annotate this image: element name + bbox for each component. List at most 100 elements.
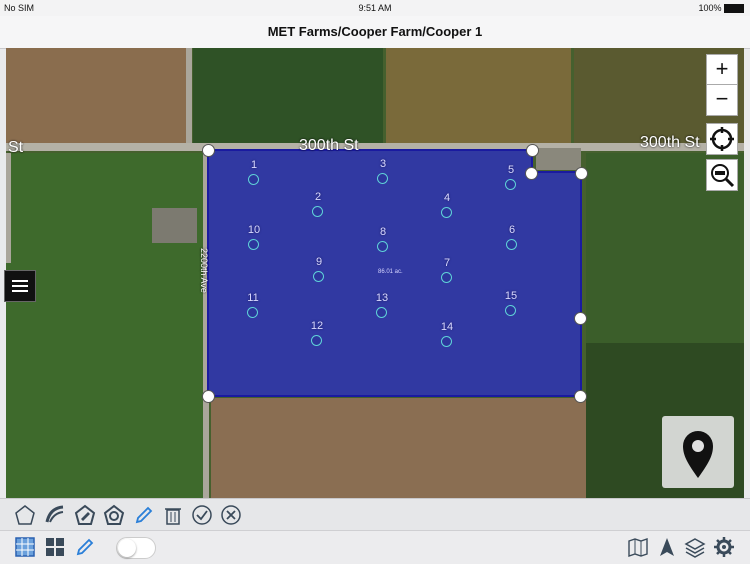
sample-point-marker bbox=[506, 239, 517, 250]
sample-point-label: 1 bbox=[250, 159, 258, 171]
clock: 9:51 AM bbox=[358, 3, 392, 13]
vertex-handle[interactable] bbox=[574, 312, 587, 325]
zoom-control: + − bbox=[706, 54, 738, 116]
layers-icon[interactable] bbox=[684, 536, 706, 558]
avenue-label: 2200th Ave bbox=[199, 248, 209, 293]
battery-icon bbox=[724, 4, 744, 14]
sample-point-marker bbox=[377, 241, 388, 252]
sample-point[interactable]: 7 bbox=[441, 257, 453, 284]
grid-pattern-icon[interactable] bbox=[14, 536, 36, 558]
sample-point-label: 4 bbox=[443, 192, 451, 204]
sample-point[interactable]: 5 bbox=[505, 164, 517, 191]
hamburger-line bbox=[12, 285, 28, 287]
vertex-handle[interactable] bbox=[574, 390, 587, 403]
sample-point-marker bbox=[248, 174, 259, 185]
road-north bbox=[186, 48, 192, 143]
battery-percent: 100% bbox=[698, 3, 722, 13]
sample-point[interactable]: 1 bbox=[248, 159, 260, 186]
sample-point-label: 15 bbox=[504, 290, 518, 302]
sample-point-label: 11 bbox=[247, 292, 259, 304]
sample-point-label: 7 bbox=[443, 257, 451, 269]
sample-point[interactable]: 3 bbox=[377, 158, 389, 185]
sample-point-label: 12 bbox=[310, 320, 324, 332]
sample-point[interactable]: 9 bbox=[313, 256, 325, 283]
drawing-toolbar bbox=[0, 498, 750, 531]
sample-point-marker bbox=[311, 335, 322, 346]
sample-point-label: 6 bbox=[508, 224, 516, 236]
draw-curve-icon[interactable] bbox=[44, 504, 66, 526]
sample-point[interactable]: 11 bbox=[247, 292, 259, 319]
side-menu-button[interactable] bbox=[4, 270, 36, 302]
sample-point-marker bbox=[505, 305, 516, 316]
sample-point-marker bbox=[313, 271, 324, 282]
street-label-left: St bbox=[8, 139, 24, 156]
sample-point-label: 8 bbox=[379, 226, 387, 238]
sample-point-label: 2 bbox=[314, 191, 322, 203]
page-title: MET Farms/Cooper Farm/Cooper 1 bbox=[267, 24, 483, 39]
field-nw bbox=[6, 48, 186, 143]
sample-point[interactable]: 8 bbox=[377, 226, 389, 253]
sample-point-label: 9 bbox=[315, 256, 323, 268]
vertex-handle[interactable] bbox=[575, 167, 588, 180]
pencil-icon[interactable] bbox=[74, 536, 96, 558]
close-circle-icon[interactable] bbox=[220, 504, 242, 526]
street-label-right: 300th St bbox=[640, 134, 700, 151]
grid-blocks-icon[interactable] bbox=[44, 536, 66, 558]
toggle-switch[interactable] bbox=[116, 537, 156, 559]
field-s bbox=[211, 398, 586, 498]
status-bar: No SIM 9:51 AM 100% bbox=[0, 0, 750, 16]
hamburger-line bbox=[12, 290, 28, 292]
navigation-bar: MET Farms/Cooper Farm/Cooper 1 bbox=[0, 16, 750, 49]
street-label-top: 300th St bbox=[299, 137, 359, 154]
navigation-arrow-icon[interactable] bbox=[656, 536, 678, 558]
sample-point[interactable]: 4 bbox=[441, 192, 453, 219]
vertex-handle[interactable] bbox=[526, 144, 539, 157]
trash-icon[interactable] bbox=[162, 504, 184, 526]
vehicle-search-button[interactable] bbox=[706, 159, 738, 191]
sample-point-label: 13 bbox=[375, 292, 389, 304]
map-view[interactable]: St 300th St 300th St 2200th Ave 1 2 3 4 … bbox=[6, 48, 744, 498]
field-n bbox=[193, 48, 383, 143]
farmstead-buildings bbox=[152, 208, 197, 243]
vertex-handle[interactable] bbox=[202, 144, 215, 157]
satellite-imagery bbox=[6, 48, 744, 498]
sample-point-marker bbox=[312, 206, 323, 217]
vertex-handle[interactable] bbox=[525, 167, 538, 180]
vertex-handle[interactable] bbox=[202, 390, 215, 403]
pentagon-icon[interactable] bbox=[14, 504, 36, 526]
sample-point[interactable]: 6 bbox=[506, 224, 518, 251]
drop-pin-button[interactable] bbox=[662, 416, 734, 488]
sample-point[interactable]: 10 bbox=[248, 224, 260, 251]
locate-button[interactable] bbox=[706, 123, 738, 155]
sample-point[interactable]: 14 bbox=[441, 321, 453, 348]
toggle-knob bbox=[118, 539, 136, 557]
sample-point-marker bbox=[376, 307, 387, 318]
sample-point-marker bbox=[441, 336, 452, 347]
pentagon-gear-icon[interactable] bbox=[103, 504, 125, 526]
field-ne bbox=[386, 48, 571, 143]
zoom-out-button[interactable]: − bbox=[707, 85, 737, 114]
gear-icon[interactable] bbox=[713, 536, 735, 558]
pen-nib-icon[interactable] bbox=[74, 504, 96, 526]
pencil-icon[interactable] bbox=[133, 504, 155, 526]
sample-point-label: 3 bbox=[379, 158, 387, 170]
sample-point-marker bbox=[441, 272, 452, 283]
sample-point-marker bbox=[247, 307, 258, 318]
battery-label: 100% bbox=[698, 3, 744, 14]
sample-point[interactable]: 2 bbox=[312, 191, 324, 218]
vehicle-magnifier-icon bbox=[711, 164, 735, 188]
hamburger-line bbox=[12, 280, 28, 282]
sample-point-label: 10 bbox=[247, 224, 261, 236]
crosshair-icon bbox=[710, 127, 734, 151]
road-west bbox=[6, 153, 11, 263]
map-pin-icon bbox=[683, 431, 713, 478]
sample-point[interactable]: 12 bbox=[311, 320, 323, 347]
zoom-in-button[interactable]: + bbox=[707, 55, 737, 85]
check-circle-icon[interactable] bbox=[191, 504, 213, 526]
field-w bbox=[6, 153, 206, 498]
map-icon[interactable] bbox=[627, 536, 649, 558]
sample-point-label: 5 bbox=[507, 164, 515, 176]
farmstead-ne bbox=[536, 148, 581, 170]
sample-point[interactable]: 15 bbox=[505, 290, 517, 317]
sample-point[interactable]: 13 bbox=[376, 292, 388, 319]
